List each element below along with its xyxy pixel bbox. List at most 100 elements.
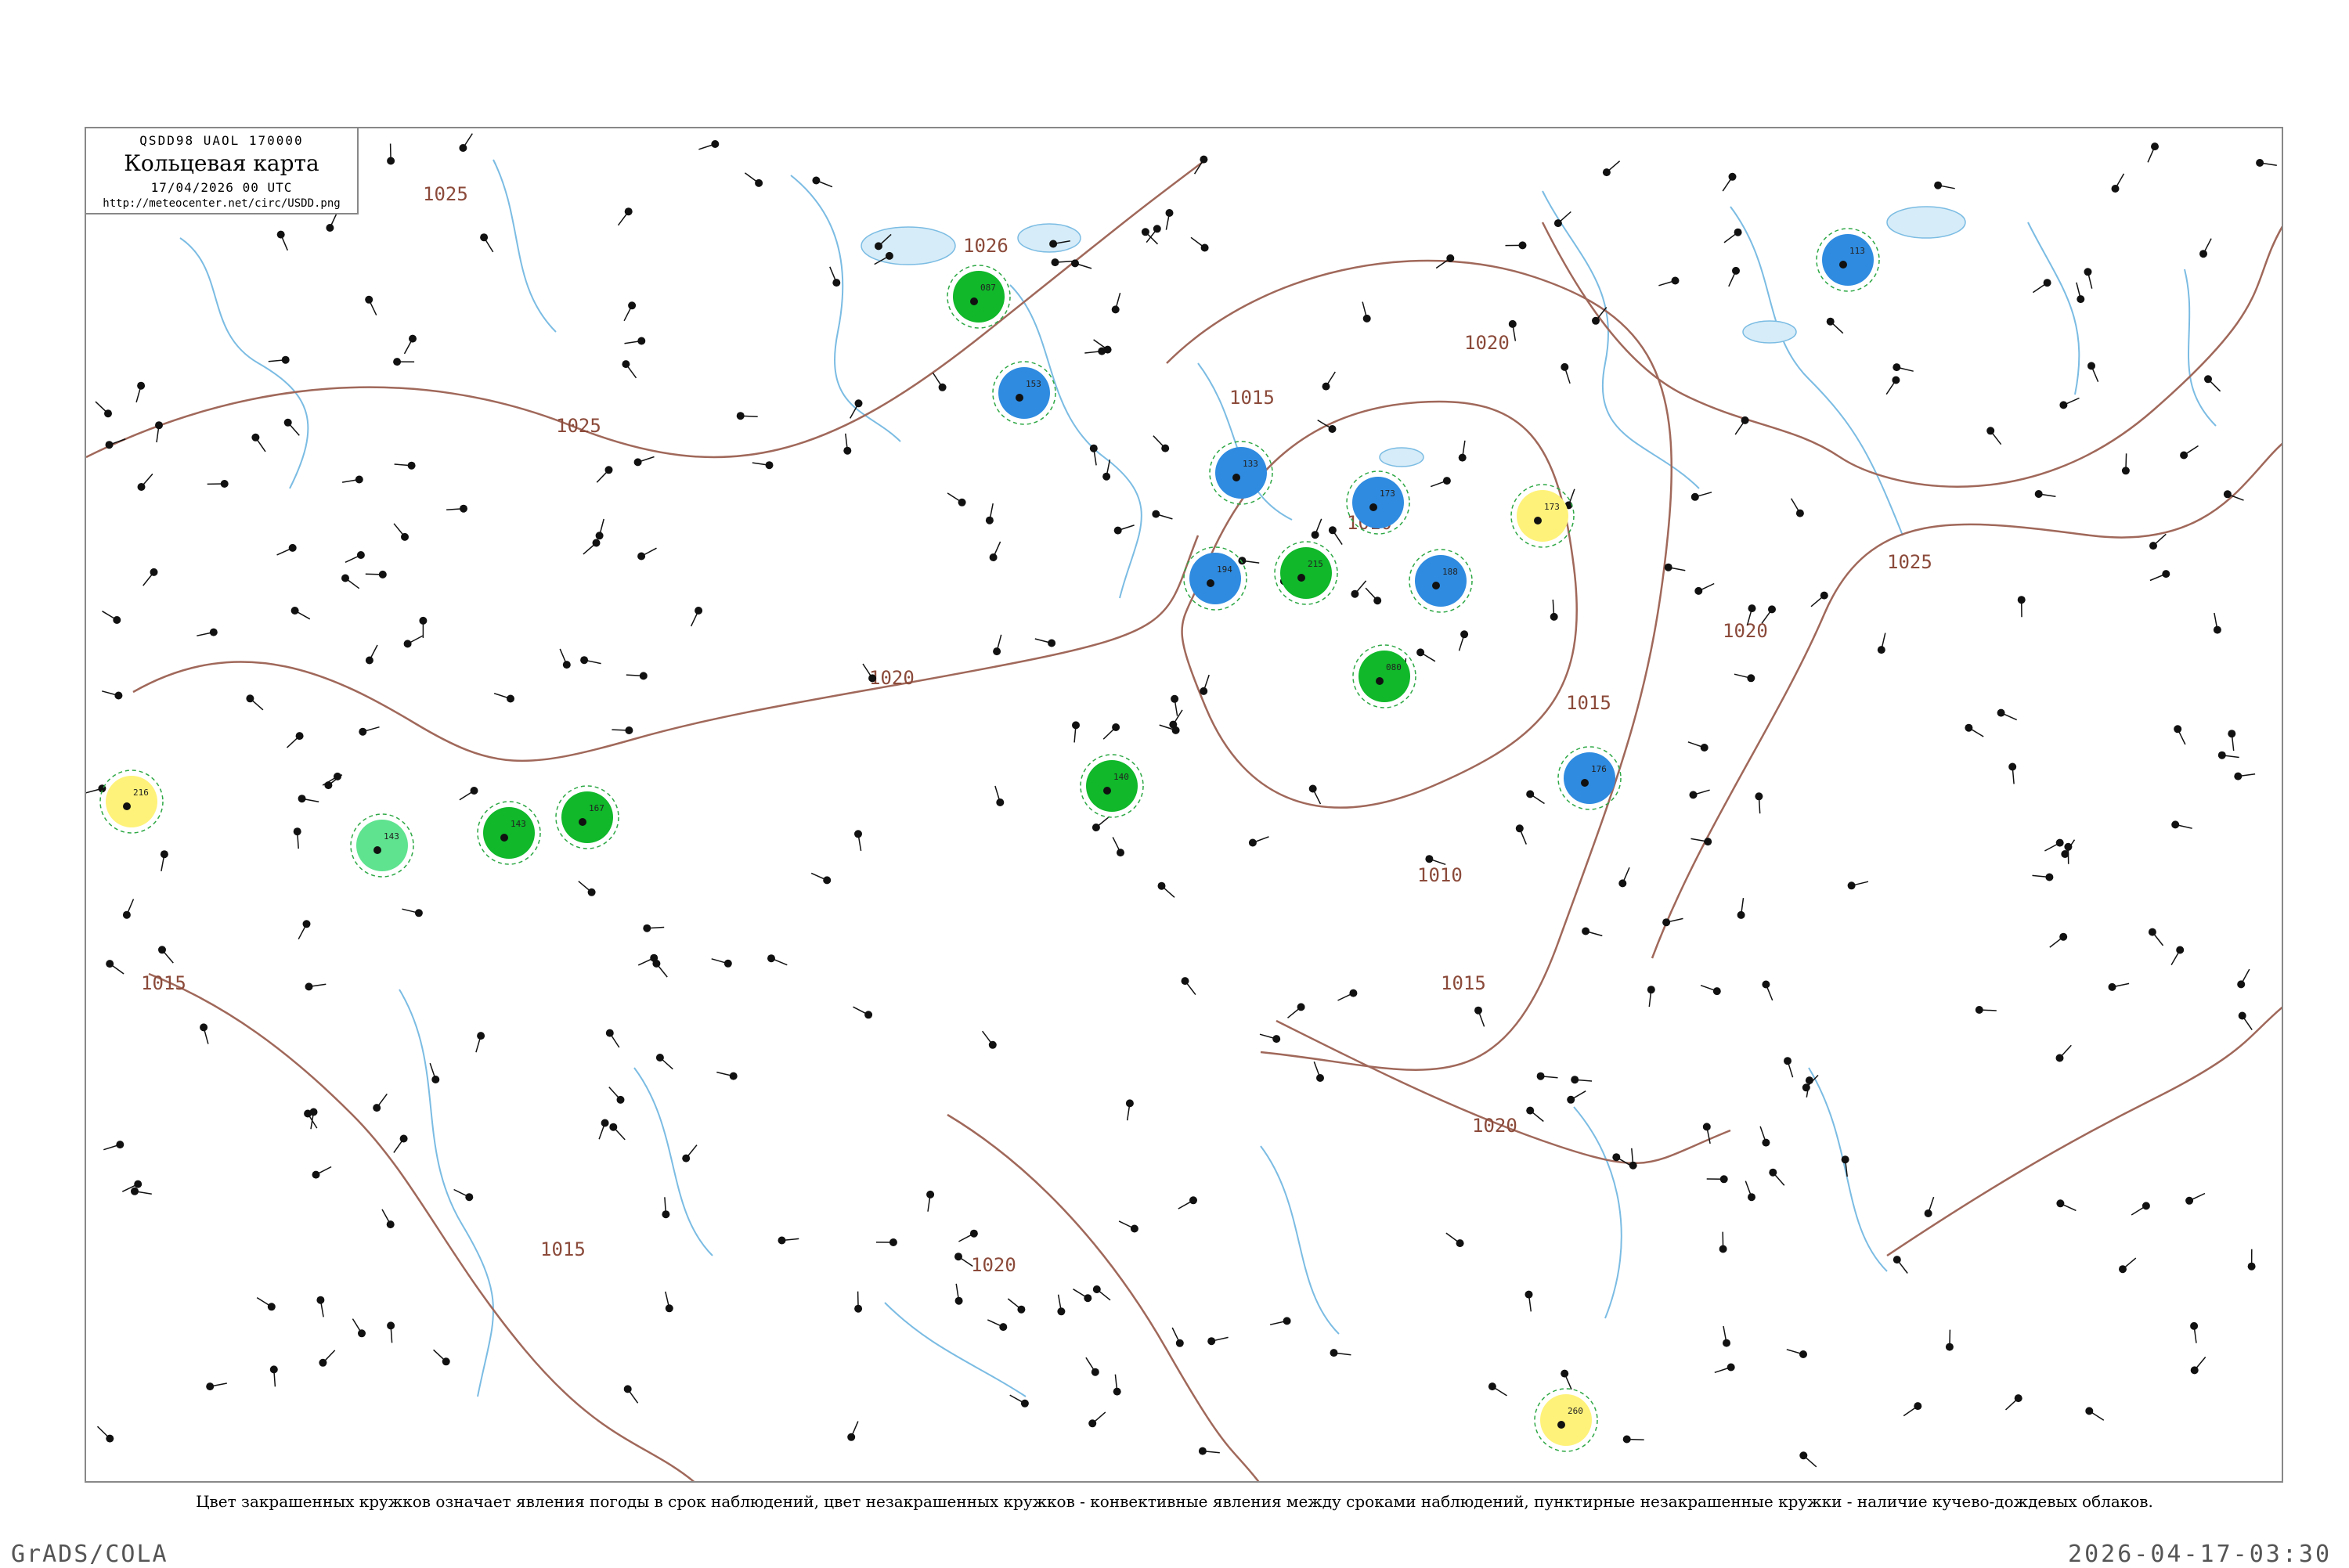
isobar-label: 1025: [1887, 551, 1932, 573]
isobar-label: 1020: [1464, 332, 1510, 354]
phenomenon-fill: [106, 776, 157, 827]
wind-barb: [2091, 366, 2098, 381]
station-marker: [579, 818, 586, 826]
weather-phenomenon-circle: 188: [1409, 550, 1472, 612]
station-marker: [1103, 787, 1111, 795]
wind-barb: [281, 235, 288, 251]
wind-barb: [103, 611, 117, 620]
station-marker: [106, 960, 114, 968]
wind-barb: [277, 548, 293, 555]
wind-barb: [366, 574, 383, 575]
station-pressure: 113: [1849, 246, 1865, 256]
wind-barb: [323, 1350, 334, 1363]
station-marker: [1581, 779, 1589, 787]
station-marker: [116, 1141, 124, 1148]
wind-barb: [1492, 1386, 1507, 1396]
wind-barb: [583, 543, 597, 554]
wind-barb: [626, 364, 636, 378]
weather-phenomenon-circle: 173: [1511, 485, 1574, 547]
station-marker: [415, 909, 423, 917]
wind-barb: [1086, 1357, 1095, 1372]
wind-barb: [352, 1319, 362, 1334]
wind-barb: [609, 1087, 621, 1100]
wind-barb: [624, 305, 632, 321]
isobar-label: 1020: [1723, 620, 1768, 642]
weather-phenomenon-circle: 153: [993, 362, 1055, 424]
wind-barb: [2152, 932, 2163, 946]
wind-barb: [2060, 1045, 2072, 1058]
wind-barb: [1766, 985, 1772, 1000]
phenomenon-fill: [1517, 490, 1568, 542]
wind-barb: [1886, 380, 1896, 395]
wind-barb: [830, 267, 837, 283]
wind-barb: [2195, 1357, 2206, 1371]
isobar-label: 1025: [423, 183, 468, 205]
wind-barb: [656, 964, 667, 977]
isobar-labels: 1025102610251020101510101020101510201025…: [141, 183, 1932, 1276]
station-marker: [137, 382, 145, 390]
station-pressure: 167: [589, 803, 604, 813]
wind-barb: [1803, 1455, 1817, 1467]
weather-phenomenon-circle: 113: [1817, 229, 1879, 291]
wind-barb: [394, 1139, 404, 1153]
wind-barb: [947, 493, 962, 503]
source-url[interactable]: http://meteocenter.net/circ/USDD.png: [86, 197, 357, 210]
wind-barb: [110, 964, 124, 974]
wind-barb: [1333, 530, 1342, 544]
station-marker: [1848, 881, 1856, 889]
station-marker: [480, 233, 488, 241]
wind-barb: [460, 791, 474, 800]
station-pressure: 080: [1386, 662, 1402, 672]
station-pressure: 143: [384, 831, 399, 842]
weather-phenomenon-circle: 080: [1353, 645, 1416, 708]
wind-barb: [1073, 1289, 1088, 1299]
phenomenon-fill: [1086, 760, 1138, 812]
phenomenon-fill: [1215, 447, 1267, 499]
wind-barb: [2178, 729, 2185, 744]
wind-barb: [1558, 212, 1571, 224]
wind-barb: [597, 470, 608, 482]
station-marker: [1376, 677, 1384, 685]
wind-barb: [579, 881, 592, 892]
wind-barb: [933, 373, 943, 387]
weather-phenomenon-circle: 140: [1081, 755, 1143, 817]
station-marker: [1443, 477, 1451, 485]
wind-barb: [391, 144, 392, 161]
phenomenon-fill: [1564, 752, 1615, 804]
wind-barb: [255, 438, 265, 452]
weather-phenomenon-circle: 167: [556, 786, 619, 849]
station-marker: [2199, 250, 2207, 258]
wind-barb: [660, 1058, 673, 1069]
station-pressure: 133: [1243, 459, 1258, 469]
wind-barb: [463, 134, 472, 148]
wind-barb: [2131, 1206, 2146, 1215]
wind-barb: [1723, 177, 1732, 191]
phenomenon-fill: [998, 367, 1050, 419]
wind-barb: [2189, 1194, 2205, 1201]
wind-barb: [2203, 239, 2211, 254]
wind-barb: [1313, 789, 1321, 805]
wind-barb: [382, 1209, 391, 1224]
wind-barb: [2063, 398, 2079, 406]
station-marker: [404, 640, 412, 647]
wind-barb: [850, 403, 859, 418]
wind-barb: [1698, 584, 1714, 591]
wind-barb: [686, 1145, 697, 1159]
wind-barb: [1903, 1406, 1918, 1416]
wind-barb: [2241, 969, 2250, 984]
isobar-label: 1015: [1229, 387, 1275, 409]
station-pressure: 215: [1308, 559, 1323, 569]
weather-phenomenon-circle: 216: [100, 770, 163, 833]
station-marker: [1232, 474, 1240, 481]
isobar-label: 1025: [556, 415, 601, 437]
wind-barb: [1153, 436, 1165, 449]
wind-barb: [1420, 652, 1435, 661]
wind-barb: [1097, 1289, 1110, 1300]
wind-barb: [816, 181, 832, 187]
wind-barb: [250, 698, 263, 710]
phenomenon-fill: [1540, 1394, 1592, 1446]
wind-barb: [641, 548, 656, 556]
wind-barb: [295, 611, 310, 619]
phenomenon-fill: [1280, 547, 1332, 599]
wind-barb: [2033, 283, 2047, 292]
